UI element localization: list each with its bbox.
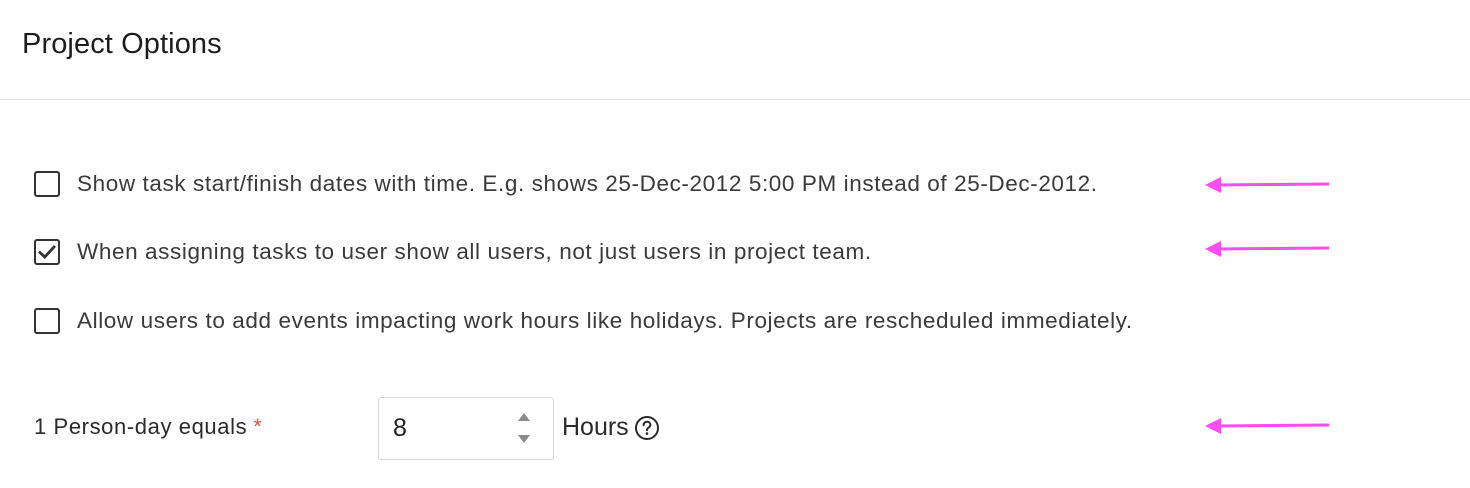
page-title: Project Options [22,28,222,60]
show-dates-with-time-checkbox[interactable] [34,171,60,197]
hours-unit-label: Hours [562,413,629,441]
option-label: When assigning tasks to user show all us… [77,239,872,264]
triangle-up-icon[interactable] [516,411,532,423]
left-arrow-icon [1205,241,1330,257]
hours-unit: Hours [562,413,660,442]
allow-user-events-checkbox[interactable] [34,308,60,334]
option-show-dates-with-time[interactable]: Show task start/finish dates with time. … [34,171,1098,197]
checkmark-icon [38,245,56,259]
option-allow-user-events[interactable]: Allow users to add events impacting work… [34,308,1133,334]
left-arrow-icon [1205,177,1330,193]
question-circle-icon[interactable] [634,415,660,441]
show-all-users-checkbox[interactable] [34,239,60,265]
person-day-hours-input[interactable] [393,411,503,445]
person-day-hours-stepper[interactable] [378,397,554,460]
triangle-down-icon[interactable] [516,433,532,445]
project-options-panel: Project Options Show task start/finish d… [0,0,1470,488]
option-label: Allow users to add events impacting work… [77,308,1133,333]
person-day-label-text: 1 Person-day equals [34,414,248,439]
person-day-label: 1 Person-day equals * [34,414,262,440]
required-marker: * [253,414,263,439]
option-label: Show task start/finish dates with time. … [77,171,1098,196]
option-show-all-users[interactable]: When assigning tasks to user show all us… [34,239,872,265]
panel-header: Project Options [0,0,1470,100]
left-arrow-icon [1205,418,1330,434]
